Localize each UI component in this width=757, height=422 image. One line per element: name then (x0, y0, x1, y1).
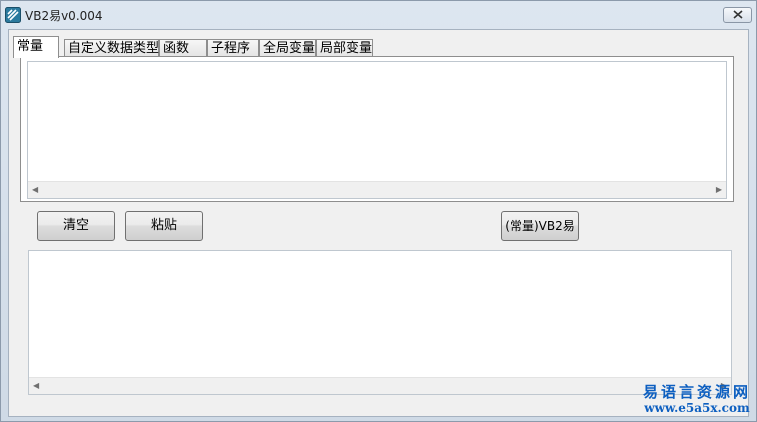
client-area: 常量 自定义数据类型 函数 子程序 全局变量 局部变量 ◀ ▶ 清空 粘贴 (常… (8, 29, 749, 417)
scroll-left-icon[interactable]: ◀ (33, 382, 39, 390)
tab-custom-types[interactable]: 自定义数据类型 (64, 39, 159, 57)
tab-panel: ◀ ▶ (20, 56, 734, 202)
scroll-right-icon[interactable]: ▶ (716, 186, 722, 194)
close-icon (732, 8, 743, 22)
tab-global-vars[interactable]: 全局变量 (259, 39, 316, 57)
tab-subroutines[interactable]: 子程序 (207, 39, 259, 57)
app-icon (5, 7, 21, 23)
watermark-title: 易语言资源网 (642, 383, 751, 401)
output-textarea[interactable]: ◀ ▶ (28, 250, 732, 395)
window-title: VB2易v0.004 (25, 9, 103, 23)
tab-local-vars[interactable]: 局部变量 (316, 39, 373, 57)
tab-functions[interactable]: 函数 (159, 39, 207, 57)
watermark: 易语言资源网 www.e5a5x.com (641, 383, 753, 415)
main-window: VB2易v0.004 常量 自定义数据类型 函数 子程序 全局变量 局部变量 ◀… (0, 0, 757, 422)
watermark-url: www.e5a5x.com (644, 401, 750, 415)
input-horizontal-scrollbar[interactable]: ◀ ▶ (28, 181, 726, 198)
tab-constants[interactable]: 常量 (13, 36, 59, 58)
title-bar[interactable]: VB2易v0.004 (1, 1, 756, 29)
clear-button[interactable]: 清空 (37, 211, 115, 241)
paste-button[interactable]: 粘贴 (125, 211, 203, 241)
close-button[interactable] (723, 7, 752, 23)
convert-button[interactable]: (常量)VB2易 (501, 211, 579, 241)
scroll-left-icon[interactable]: ◀ (32, 186, 38, 194)
output-horizontal-scrollbar[interactable]: ◀ ▶ (29, 377, 731, 394)
input-textarea[interactable]: ◀ ▶ (27, 61, 727, 199)
